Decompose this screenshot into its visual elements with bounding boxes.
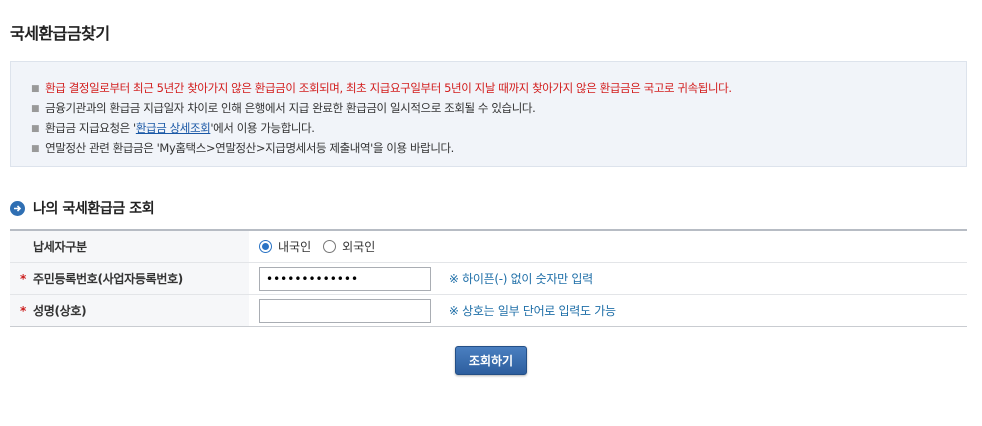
taxpayer-type-radio-group: 내국인 외국인 — [259, 238, 967, 255]
refund-detail-link[interactable]: 환급금 상세조회 — [136, 121, 211, 135]
arrow-right-circle-icon — [10, 200, 25, 216]
bullet-icon: ■ — [31, 124, 40, 134]
domestic-radio[interactable] — [259, 240, 272, 253]
foreign-radio[interactable] — [323, 240, 337, 253]
taxpayer-type-label: 납세자구분 — [10, 230, 249, 263]
notice-item: ■ 금융기관과의 환급금 지급일자 차이로 인해 은행에서 지급 완료한 환급금이… — [31, 99, 966, 119]
form-row-id-number: * 주민등록번호(사업자등록번호) ※ 하이픈(-) 없이 숫자만 입력 — [10, 262, 967, 295]
notice-box: ■ 환급 결정일로부터 최근 5년간 찾아가지 않은 환급금이 조회되며, 최초 … — [10, 61, 967, 167]
label-text: 주민등록번호(사업자등록번호) — [33, 272, 183, 286]
name-hint: ※ 상호는 일부 단어로 입력도 가능 — [448, 304, 616, 318]
id-number-label: * 주민등록번호(사업자등록번호) — [10, 262, 249, 295]
notice-text: 환급금 지급요청은 ' — [45, 121, 136, 135]
form-row-taxpayer-type: 납세자구분 내국인 외국인 — [10, 230, 967, 263]
required-mark: * — [20, 304, 26, 318]
notice-item: ■ 연말정산 관련 환급금은 'My홈택스>연말정산>지급명세서등 제출내역'을 … — [31, 139, 966, 159]
notice-item: ■ 환급금 지급요청은 '환급금 상세조회'에서 이용 가능합니다. — [31, 119, 966, 139]
id-number-hint: ※ 하이픈(-) 없이 숫자만 입력 — [448, 272, 593, 286]
name-label: * 성명(상호) — [10, 294, 249, 327]
notice-text: 금융기관과의 환급금 지급일자 차이로 인해 은행에서 지급 완료한 환급금이 … — [45, 101, 536, 115]
bullet-icon: ■ — [31, 144, 40, 154]
label-text: 납세자구분 — [33, 240, 87, 254]
section-title: 나의 국세환급금 조회 — [10, 198, 155, 218]
domestic-radio-label[interactable]: 내국인 — [278, 238, 311, 255]
bullet-icon: ■ — [31, 84, 40, 94]
notice-text: 환급 결정일로부터 최근 5년간 찾아가지 않은 환급금이 조회되며, 최초 지… — [45, 81, 732, 95]
search-button[interactable]: 조회하기 — [455, 346, 527, 375]
id-number-input[interactable] — [259, 266, 431, 291]
section-title-text: 나의 국세환급금 조회 — [33, 201, 155, 217]
bullet-icon: ■ — [31, 104, 40, 114]
notice-text: 연말정산 관련 환급금은 'My홈택스>연말정산>지급명세서등 제출내역'을 이… — [45, 141, 454, 155]
foreign-radio-label[interactable]: 외국인 — [342, 238, 375, 255]
refund-search-form: 납세자구분 내국인 외국인 * 주민등록번호(사업자등록번호) ※ 하이픈(-) … — [10, 229, 967, 327]
notice-text: '에서 이용 가능합니다. — [210, 121, 315, 135]
label-text: 성명(상호) — [33, 304, 87, 318]
form-row-name: * 성명(상호) ※ 상호는 일부 단어로 입력도 가능 — [10, 294, 967, 327]
required-mark: * — [20, 272, 26, 286]
notice-item: ■ 환급 결정일로부터 최근 5년간 찾아가지 않은 환급금이 조회되며, 최초 … — [31, 79, 966, 99]
page-title: 국세환급금찾기 — [10, 24, 110, 43]
name-input[interactable] — [259, 298, 431, 323]
